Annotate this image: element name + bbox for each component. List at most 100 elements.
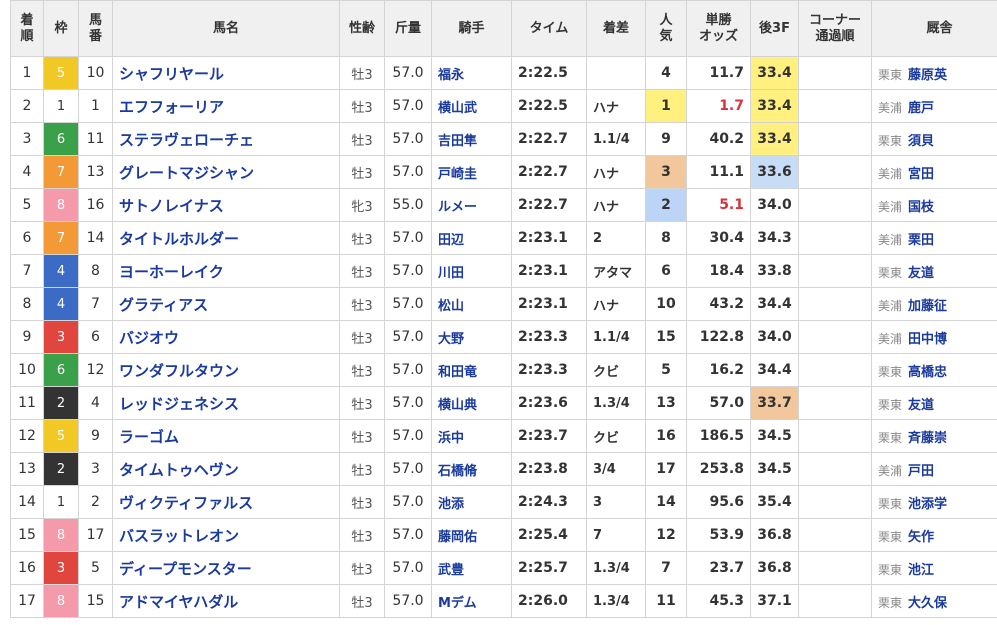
waku-badge: 2 [43,452,79,486]
carried-weight: 57.0 [384,221,432,255]
trainer-link[interactable]: 池江 [908,563,934,578]
trainer-link[interactable]: 池添学 [908,497,947,512]
jockey-link[interactable]: ルメー [431,188,512,222]
header-waku: 枠 [43,0,79,57]
carried-weight: 57.0 [384,122,432,156]
finish-rank: 12 [10,419,44,453]
table-row: 17 8 15 アドマイヤハダル 牡3 57.0 Mデム 2:26.0 1.3/4 11 45.3 3… [10,584,997,618]
sex-age: 牡3 [339,221,385,255]
trainer-link[interactable]: 友道 [908,266,934,281]
horse-name-link[interactable]: エフフォーリア [112,89,340,123]
jockey-link[interactable]: 戸崎圭 [431,155,512,189]
header-label: 番 [88,28,102,44]
horse-name-link[interactable]: タイトルホルダー [112,221,340,255]
jockey-link[interactable]: 福永 [431,56,512,90]
jockey-link[interactable]: 横山典 [431,386,512,420]
popularity: 11 [645,584,687,618]
jockey-link[interactable]: 川田 [431,254,512,288]
jockey-link[interactable]: Mデム [431,584,512,618]
jockey-link[interactable]: 石橋脩 [431,452,512,486]
sex-age: 牡3 [339,419,385,453]
last-3f: 34.4 [750,287,799,321]
win-odds: 5.1 [686,188,751,222]
jockey-link[interactable]: 藤岡佑 [431,518,512,552]
popularity: 17 [645,452,687,486]
horse-name-link[interactable]: ヨーホーレイク [112,254,340,288]
header-label: 順 [20,28,34,44]
finish-margin: ハナ [586,188,646,222]
horse-name-link[interactable]: ワンダフルタウン [112,353,340,387]
horse-name-link[interactable]: サトノレイナス [112,188,340,222]
stable-cell: 美浦 鹿戸 [871,89,997,123]
finish-rank: 16 [10,551,44,585]
horse-name-link[interactable]: アドマイヤハダル [112,584,340,618]
jockey-link[interactable]: 武豊 [431,551,512,585]
last-3f: 34.0 [750,188,799,222]
popularity: 7 [645,551,687,585]
finish-margin: 1.1/4 [586,320,646,354]
trainer-link[interactable]: 鹿戸 [908,101,934,116]
jockey-link[interactable]: 池添 [431,485,512,519]
finish-rank: 1 [10,56,44,90]
trainer-link[interactable]: 国枝 [908,200,934,215]
trainer-link[interactable]: 大久保 [908,596,947,611]
waku-badge: 8 [43,518,79,552]
horse-name-link[interactable]: レッドジェネシス [112,386,340,420]
jockey-link[interactable]: 大野 [431,320,512,354]
stable-cell: 栗東 池添学 [871,485,997,519]
trainer-link[interactable]: 加藤征 [908,299,947,314]
horse-name-link[interactable]: ステラヴェローチェ [112,122,340,156]
header-label: 着差 [602,20,629,36]
last-3f: 33.6 [750,155,799,189]
trainer-link[interactable]: 戸田 [908,464,934,479]
horse-name-link[interactable]: シャフリヤール [112,56,340,90]
horse-name-link[interactable]: タイムトゥヘヴン [112,452,340,486]
waku-badge: 6 [43,122,79,156]
horse-name-link[interactable]: ラーゴム [112,419,340,453]
trainer-link[interactable]: 斉藤崇 [908,431,947,446]
horse-name-link[interactable]: グレートマジシャン [112,155,340,189]
header-label: 性齢 [348,20,375,36]
horse-name-link[interactable]: ディープモンスター [112,551,340,585]
finish-margin: クビ [586,353,646,387]
finish-rank: 7 [10,254,44,288]
horse-name-link[interactable]: ヴィクティファルス [112,485,340,519]
trainer-link[interactable]: 友道 [908,398,934,413]
win-odds: 23.7 [686,551,751,585]
header-jockey: 騎手 [431,0,512,57]
stable-cell: 栗東 藤原英 [871,56,997,90]
trainer-link[interactable]: 藤原英 [908,68,947,83]
trainer-link[interactable]: 栗田 [908,233,934,248]
header-number: 馬番 [78,0,113,57]
header-rank: 着順 [10,0,44,57]
horse-name-link[interactable]: バスラットレオン [112,518,340,552]
table-row: 4 7 13 グレートマジシャン 牡3 57.0 戸崎圭 2:22.7 ハナ 3 11.1 33.6 美… [10,155,997,189]
jockey-link[interactable]: 和田竜 [431,353,512,387]
header-corner-order: コーナー 通過順 [798,0,872,57]
jockey-link[interactable]: 浜中 [431,419,512,453]
table-row: 2 1 1 エフフォーリア 牡3 57.0 横山武 2:22.5 ハナ 1 1.7 33.4 美浦 鹿戸 [10,89,997,123]
table-row: 16 3 5 ディープモンスター 牡3 57.0 武豊 2:25.7 1.3/4 7 23.7 36.… [10,551,997,585]
sex-age: 牡3 [339,386,385,420]
sex-age: 牡3 [339,155,385,189]
trainer-link[interactable]: 宮田 [908,167,934,182]
jockey-link[interactable]: 横山武 [431,89,512,123]
jockey-link[interactable]: 田辺 [431,221,512,255]
jockey-link[interactable]: 松山 [431,287,512,321]
table-body: 1 5 10 シャフリヤール 牡3 57.0 福永 2:22.5 4 11.7 33.4 栗東 藤原英 2… [10,56,997,618]
header-label: 馬 [88,12,102,28]
trainer-link[interactable]: 高橋忠 [908,365,947,380]
trainer-link[interactable]: 矢作 [908,530,934,545]
horse-name-link[interactable]: バジオウ [112,320,340,354]
stable-cell: 栗東 友道 [871,254,997,288]
win-odds: 43.2 [686,287,751,321]
jockey-link[interactable]: 吉田隼 [431,122,512,156]
trainer-link[interactable]: 田中博 [908,332,947,347]
trainer-link[interactable]: 須貝 [908,134,934,149]
stable-cell: 栗東 矢作 [871,518,997,552]
stable-affiliation: 栗東 [878,397,903,412]
win-odds: 57.0 [686,386,751,420]
header-label: 枠 [54,20,68,36]
horse-name-link[interactable]: グラティアス [112,287,340,321]
table-row: 8 4 7 グラティアス 牡3 57.0 松山 2:23.1 ハナ 10 43.2 34.4 美浦 加藤征 [10,287,997,321]
